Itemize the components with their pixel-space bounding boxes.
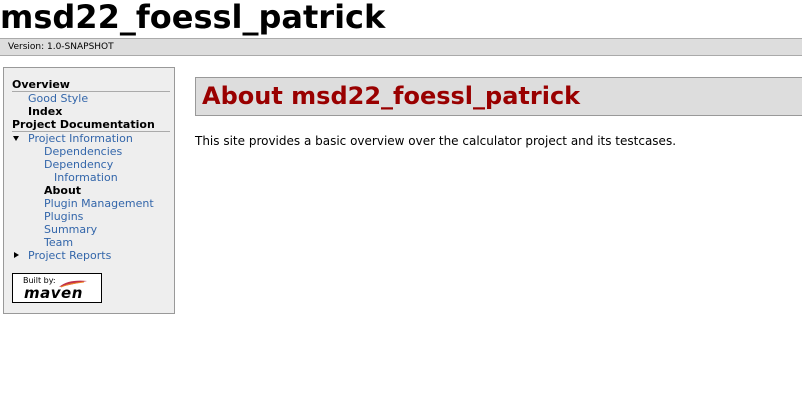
nav-link-plugin-management[interactable]: Plugin Management	[44, 197, 154, 210]
nav-link-good-style[interactable]: Good Style	[28, 92, 88, 105]
nav-item-index: Index	[28, 105, 63, 118]
nav-item-dependency[interactable]: Dependency	[12, 158, 170, 171]
nav-item-summary[interactable]: Summary	[12, 223, 170, 236]
nav-link-project-information[interactable]: Project Information	[28, 132, 133, 145]
collapsed-arrow-icon[interactable]	[14, 252, 19, 258]
nav-link-team[interactable]: Team	[44, 236, 73, 249]
page-description: This site provides a basic overview over…	[195, 134, 677, 148]
breadcrumb-bar: Version: 1.0-SNAPSHOT	[0, 38, 802, 56]
nav-item-dependency-information[interactable]: Information	[12, 171, 170, 184]
nav-item-team[interactable]: Team	[12, 236, 170, 249]
nav-link-plugins[interactable]: Plugins	[44, 210, 83, 223]
nav-item-dependencies[interactable]: Dependencies	[12, 145, 170, 158]
nav-item-project-information[interactable]: Project Information	[12, 132, 170, 145]
version-label: Version: 1.0-SNAPSHOT	[8, 42, 114, 52]
nav-link-dependency-information[interactable]: Information	[54, 171, 118, 184]
nav-heading-project-documentation: Project Documentation	[12, 118, 170, 132]
nav-link-dependency[interactable]: Dependency	[44, 158, 113, 171]
navigation-menu: Overview Good Style Index Project Docume…	[12, 78, 170, 262]
nav-item-project-reports[interactable]: Project Reports	[12, 249, 170, 262]
banner: msd22_foessl_patrick	[0, 0, 802, 37]
main-content: About msd22_foessl_patrick This site pro…	[195, 77, 802, 148]
built-by-maven-logo[interactable]: Built by: maven	[12, 273, 102, 303]
site-title: msd22_foessl_patrick	[0, 0, 386, 36]
nav-heading-overview: Overview	[12, 78, 170, 92]
nav-item-plugin-management[interactable]: Plugin Management	[12, 197, 170, 210]
nav-link-project-reports[interactable]: Project Reports	[28, 249, 111, 262]
nav-item-plugins[interactable]: Plugins	[12, 210, 170, 223]
maven-wordmark: maven	[24, 284, 83, 302]
page-heading: About msd22_foessl_patrick	[195, 77, 802, 116]
expanded-arrow-icon[interactable]	[13, 136, 19, 141]
nav-link-dependencies[interactable]: Dependencies	[44, 145, 122, 158]
nav-link-summary[interactable]: Summary	[44, 223, 97, 236]
nav-item-good-style[interactable]: Good Style	[12, 92, 170, 105]
nav-item-about: About	[44, 184, 82, 197]
left-column: Overview Good Style Index Project Docume…	[3, 67, 175, 314]
